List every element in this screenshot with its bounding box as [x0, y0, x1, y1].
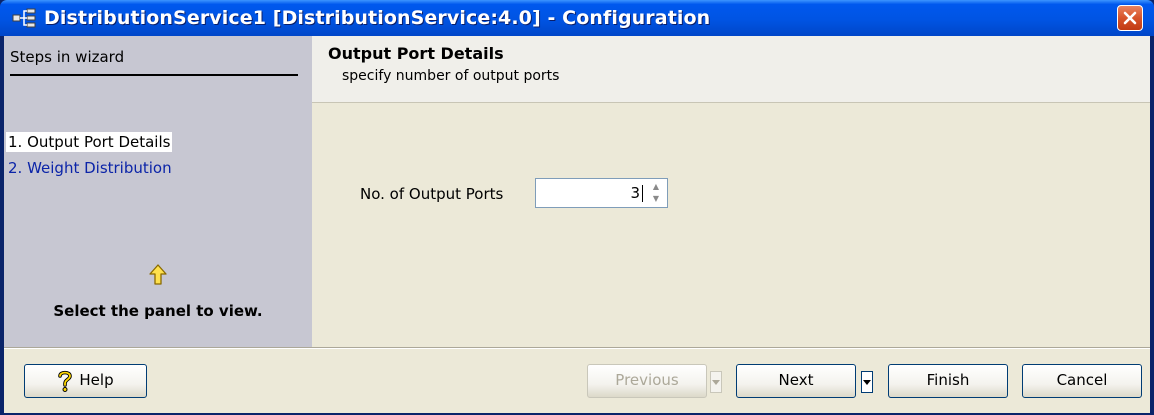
distribution-network-icon: [12, 8, 36, 28]
close-button[interactable]: [1117, 5, 1143, 31]
cancel-label: Cancel: [1056, 371, 1108, 389]
finish-label: Finish: [926, 371, 970, 389]
configuration-dialog: DistributionService1 [DistributionServic…: [0, 0, 1154, 415]
previous-button[interactable]: Previous: [587, 364, 707, 398]
arrow-up-icon: [149, 264, 167, 285]
steps-heading: Steps in wizard: [10, 48, 125, 66]
spinner-arrows[interactable]: ▲ ▼: [646, 181, 666, 205]
panel-title: Output Port Details: [328, 44, 504, 63]
close-icon: [1123, 11, 1137, 25]
steps-hint-text: Select the panel to view.: [53, 302, 263, 320]
output-ports-spinner[interactable]: 3 ▲ ▼: [535, 178, 668, 208]
next-button[interactable]: Next: [736, 364, 856, 398]
dialog-client-area: Steps in wizard 1. Output Port Details 2…: [4, 36, 1150, 413]
finish-button[interactable]: Finish: [888, 364, 1008, 398]
spinner-down-icon[interactable]: ▼: [646, 193, 666, 205]
output-ports-label: No. of Output Ports: [360, 185, 504, 203]
previous-dropdown-button[interactable]: [710, 371, 722, 393]
dialog-footer: Help Previous Next Finish Cancel: [4, 348, 1150, 413]
panel-header: Output Port Details specify number of ou…: [312, 36, 1150, 103]
step-output-port-details[interactable]: 1. Output Port Details: [6, 132, 173, 152]
panel-subtitle: specify number of output ports: [342, 68, 560, 84]
chevron-down-icon: [712, 380, 720, 385]
window-title: DistributionService1 [DistributionServic…: [44, 7, 711, 29]
chevron-down-icon: [863, 380, 871, 385]
next-label: Next: [778, 371, 814, 389]
next-dropdown-button[interactable]: [861, 371, 873, 393]
step-weight-distribution[interactable]: 2. Weight Distribution: [6, 158, 174, 178]
help-question-icon: [58, 370, 73, 392]
panel-body: No. of Output Ports 3 ▲ ▼: [312, 103, 1150, 348]
previous-label: Previous: [615, 371, 679, 389]
steps-divider: [10, 74, 298, 76]
text-caret: [642, 185, 643, 202]
output-ports-value[interactable]: 3: [536, 179, 640, 207]
spinner-up-icon[interactable]: ▲: [646, 181, 666, 193]
title-bar[interactable]: DistributionService1 [DistributionServic…: [0, 0, 1154, 36]
help-label: Help: [79, 371, 114, 389]
steps-panel: Steps in wizard 1. Output Port Details 2…: [4, 36, 312, 348]
help-button[interactable]: Help: [24, 364, 147, 398]
cancel-button[interactable]: Cancel: [1022, 364, 1142, 398]
